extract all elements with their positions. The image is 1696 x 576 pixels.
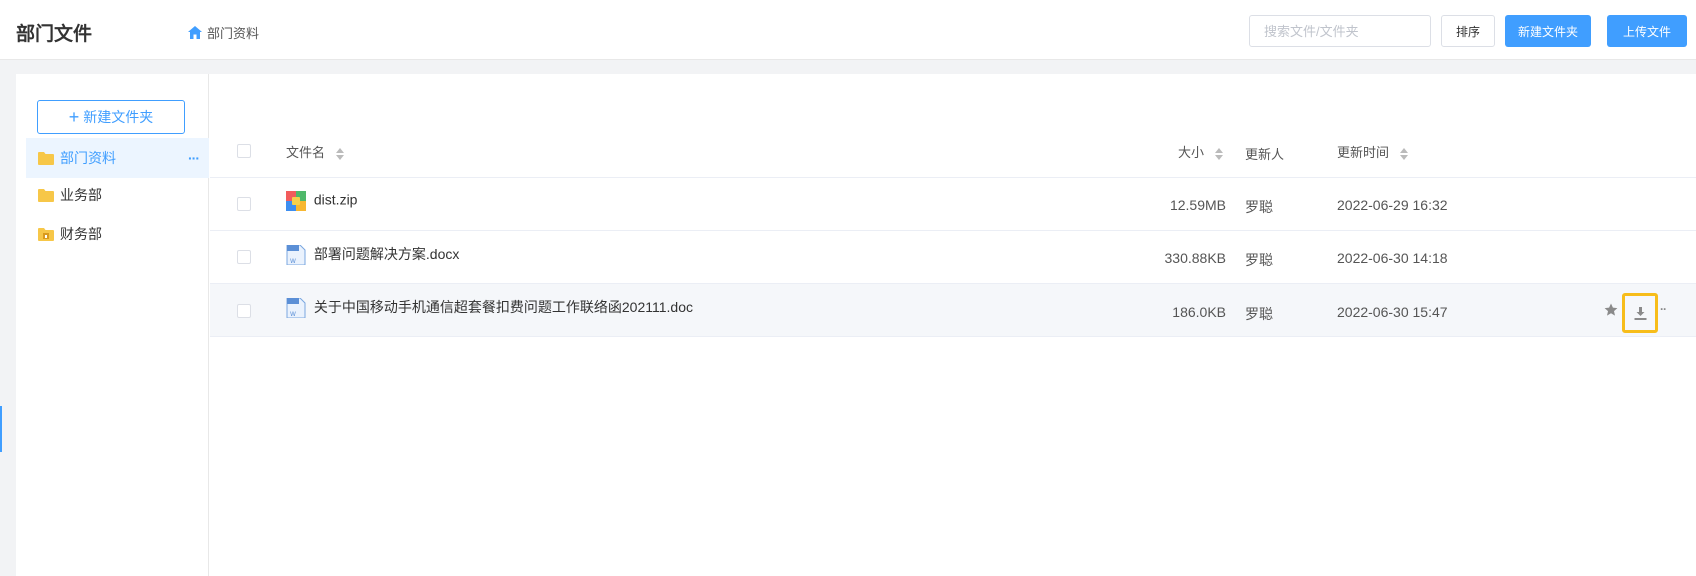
select-all-checkbox[interactable] (237, 144, 251, 158)
upload-file-button[interactable]: 上传文件 (1607, 15, 1687, 47)
file-updated-at: 2022-06-30 14:18 (1337, 250, 1448, 266)
sidebar-item-business[interactable]: 业务部 (26, 175, 209, 215)
folder-icon (38, 188, 54, 202)
page-title: 部门文件 (16, 24, 93, 45)
sidebar-item-label: 业务部 (60, 187, 102, 203)
column-header-updated-at[interactable]: 更新时间 (1337, 142, 1408, 161)
file-name[interactable]: 关于中国移动手机通信超套餐扣费问题工作联络函202111.doc (314, 299, 693, 315)
column-header-size[interactable]: 大小 (1178, 142, 1223, 161)
zip-file-icon (286, 191, 306, 211)
table-row[interactable]: W 关于中国移动手机通信超套餐扣费问题工作联络函202111.doc 186.0… (210, 284, 1696, 337)
sidebar-item-label: 部门资料 (60, 150, 116, 166)
sidebar-new-folder-button[interactable]: + 新建文件夹 (37, 100, 185, 134)
sidebar-item-finance[interactable]: 财务部 (26, 214, 209, 254)
breadcrumb-item[interactable]: 部门资料 (207, 23, 259, 42)
table-row[interactable]: W 部署问题解决方案.docx 330.88KB 罗聪 2022-06-30 1… (210, 231, 1696, 284)
download-icon (1634, 307, 1647, 320)
edge-indicator (0, 406, 2, 452)
sort-button[interactable]: 排序 (1441, 15, 1495, 47)
plus-icon: + (68, 107, 80, 127)
sidebar-item-label: 财务部 (60, 226, 102, 242)
home-icon (188, 26, 202, 39)
breadcrumb[interactable]: 部门资料 (188, 23, 259, 42)
file-updater: 罗聪 (1245, 199, 1273, 215)
file-updated-at: 2022-06-29 16:32 (1337, 197, 1448, 213)
svg-text:W: W (290, 311, 296, 318)
file-name[interactable]: 部署问题解决方案.docx (314, 246, 459, 262)
file-name-cell[interactable]: dist.zip (286, 191, 357, 211)
word-file-icon: W (286, 298, 306, 319)
star-icon[interactable] (1604, 303, 1618, 317)
file-name-cell[interactable]: W 关于中国移动手机通信超套餐扣费问题工作联络函202111.doc (286, 297, 693, 319)
file-updater: 罗聪 (1245, 306, 1273, 322)
row-checkbox[interactable] (237, 250, 251, 264)
table-row[interactable]: dist.zip 12.59MB 罗聪 2022-06-29 16:32 (210, 178, 1696, 231)
new-folder-button[interactable]: 新建文件夹 (1505, 15, 1591, 47)
content-card: + 新建文件夹 部门资料 ··· 业务部 财务部 文件名 大小 更新人 更新时间… (16, 74, 1696, 576)
sort-icon[interactable] (1399, 147, 1408, 160)
file-name-cell[interactable]: W 部署问题解决方案.docx (286, 244, 459, 266)
file-updater: 罗聪 (1245, 252, 1273, 268)
download-button[interactable] (1622, 293, 1658, 333)
word-file-icon: W (286, 245, 306, 266)
more-icon[interactable]: ·· (1660, 302, 1667, 316)
file-size: 186.0KB (1172, 304, 1226, 320)
folder-icon (38, 151, 54, 165)
more-icon[interactable]: ··· (188, 150, 200, 166)
folder-locked-icon (38, 227, 54, 241)
column-header-updater: 更新人 (1245, 147, 1285, 162)
sidebar-new-folder-label: 新建文件夹 (83, 109, 154, 125)
row-checkbox[interactable] (237, 197, 251, 211)
row-actions: ·· (1604, 293, 1682, 333)
column-header-name[interactable]: 文件名 (286, 142, 344, 161)
file-size: 330.88KB (1164, 250, 1227, 266)
table-header: 文件名 大小 更新人 更新时间 (210, 124, 1696, 178)
top-header: 部门文件 部门资料 排序 新建文件夹 上传文件 (0, 0, 1696, 60)
sort-icon[interactable] (335, 147, 344, 160)
svg-text:W: W (290, 258, 296, 265)
sidebar-item-dept-docs[interactable]: 部门资料 ··· (26, 138, 209, 178)
row-checkbox[interactable] (237, 304, 251, 318)
file-size: 12.59MB (1169, 197, 1226, 213)
sort-icon[interactable] (1214, 147, 1223, 160)
file-name[interactable]: dist.zip (314, 192, 358, 208)
folder-sidebar: + 新建文件夹 部门资料 ··· 业务部 财务部 (16, 74, 209, 576)
search-input[interactable] (1249, 15, 1431, 47)
file-updated-at: 2022-06-30 15:47 (1337, 304, 1448, 320)
